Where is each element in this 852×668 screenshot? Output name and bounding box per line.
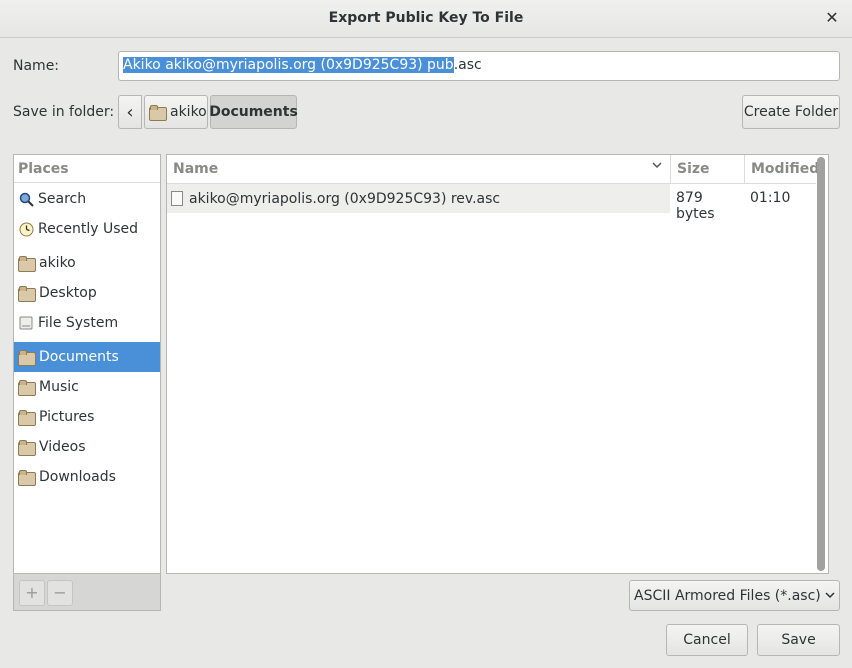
window-title: Export Public Key To File <box>328 10 524 26</box>
scrollbar-thumb[interactable] <box>817 157 825 571</box>
place-pictures[interactable]: Pictures <box>14 402 160 432</box>
place-downloads[interactable]: Downloads <box>14 462 160 492</box>
place-label: Desktop <box>39 285 97 301</box>
name-selected-text: Akiko akiko@myriapolis.org (0x9D925C93) … <box>123 57 454 73</box>
remove-bookmark-button[interactable]: − <box>47 580 73 606</box>
downloads-folder-icon <box>18 470 36 486</box>
column-modified[interactable]: Modified <box>744 155 819 184</box>
place-label: Downloads <box>39 469 116 485</box>
place-videos[interactable]: Videos <box>14 432 160 462</box>
place-label: Recently Used <box>38 221 139 237</box>
add-bookmark-button[interactable]: + <box>19 580 45 606</box>
cancel-button[interactable]: Cancel <box>666 624 748 656</box>
search-icon <box>18 191 34 207</box>
place-recently-used[interactable]: Recently Used <box>14 214 160 244</box>
save-in-folder-label: Save in folder: <box>13 104 115 120</box>
file-type-filter[interactable]: ASCII Armored Files (*.asc) <box>629 580 840 611</box>
places-sidebar: Places Search Recently Used akiko Deskto… <box>13 154 161 574</box>
place-label: Videos <box>39 439 86 455</box>
place-documents[interactable]: Documents <box>14 342 160 372</box>
videos-folder-icon <box>18 440 36 456</box>
place-music[interactable]: Music <box>14 372 160 402</box>
drive-icon <box>18 315 34 331</box>
desktop-folder-icon <box>18 286 36 302</box>
column-name-label: Name <box>173 161 219 177</box>
place-search[interactable]: Search <box>14 184 160 214</box>
place-label: Pictures <box>39 409 95 425</box>
column-name[interactable]: Name <box>167 155 670 184</box>
close-icon[interactable]: ✕ <box>822 8 842 28</box>
pictures-folder-icon <box>18 410 36 426</box>
vertical-scrollbar[interactable] <box>817 157 825 571</box>
clock-icon <box>18 221 34 237</box>
table-row[interactable]: akiko@myriapolis.org (0x9D925C93) rev.as… <box>167 184 816 222</box>
place-label: akiko <box>39 255 76 271</box>
file-size: 879 bytes <box>676 190 715 222</box>
filter-selected-label: ASCII Armored Files (*.asc) <box>634 587 821 604</box>
path-crumb-label: Documents <box>209 104 298 120</box>
chevron-left-icon: ‹ <box>126 101 134 123</box>
home-folder-icon <box>18 256 36 272</box>
name-extension-text: .asc <box>453 57 482 73</box>
name-field[interactable]: Akiko akiko@myriapolis.org (0x9D925C93) … <box>118 51 840 81</box>
sort-chevron-down-icon <box>652 158 662 174</box>
place-label: Search <box>38 191 87 207</box>
save-button[interactable]: Save <box>757 624 840 656</box>
place-file-system[interactable]: File System <box>14 308 160 338</box>
file-list-header: Name Size Modified <box>167 155 819 184</box>
file-name-cell: akiko@myriapolis.org (0x9D925C93) rev.as… <box>167 184 670 213</box>
title-bar: Export Public Key To File ✕ <box>0 0 852 38</box>
place-label: Music <box>39 379 79 395</box>
text-file-icon <box>171 191 183 206</box>
name-label: Name: <box>13 58 60 74</box>
file-list[interactable]: Name Size Modified akiko@myriapolis.org … <box>166 154 829 574</box>
create-folder-button[interactable]: Create Folder <box>742 95 840 129</box>
place-desktop[interactable]: Desktop <box>14 278 160 308</box>
path-crumb-akiko[interactable]: akiko <box>144 95 208 129</box>
place-akiko[interactable]: akiko <box>14 248 160 278</box>
home-folder-icon <box>149 105 167 121</box>
path-crumb-label: akiko <box>170 104 207 120</box>
chevron-down-icon <box>825 588 835 604</box>
places-toolbar: + − <box>13 574 161 611</box>
file-name: akiko@myriapolis.org (0x9D925C93) rev.as… <box>189 190 501 207</box>
path-crumb-documents[interactable]: Documents <box>209 95 298 129</box>
documents-folder-icon <box>18 350 36 366</box>
places-header: Places <box>14 155 160 183</box>
file-modified: 01:10 <box>750 190 791 206</box>
place-label: Documents <box>39 349 119 365</box>
music-folder-icon <box>18 380 36 396</box>
path-back-button[interactable]: ‹ <box>118 95 142 129</box>
column-size[interactable]: Size <box>670 155 744 184</box>
place-label: File System <box>38 315 119 331</box>
